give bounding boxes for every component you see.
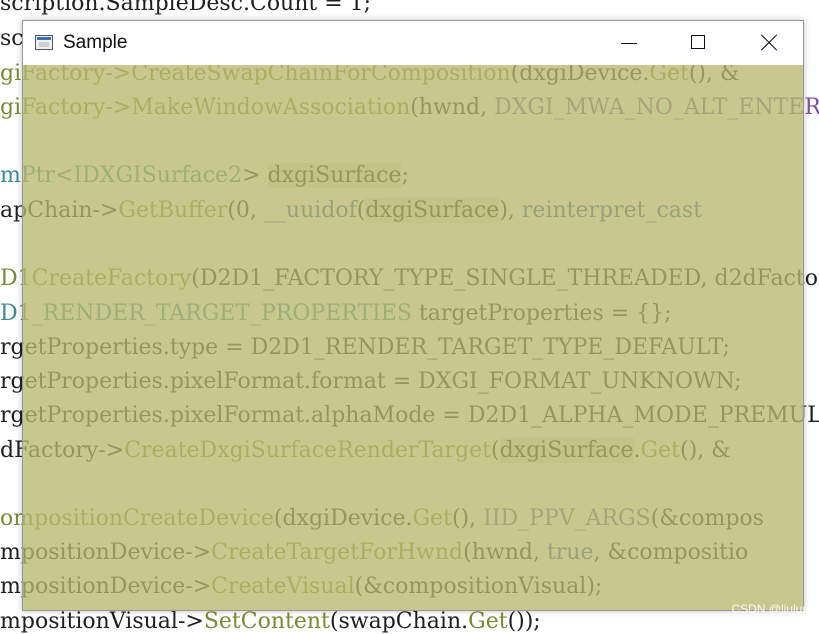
watermark: CSDN @liulun bbox=[731, 602, 809, 616]
code-token: (swapChain. bbox=[329, 609, 469, 634]
close-button[interactable] bbox=[732, 21, 802, 65]
window-client-area[interactable] bbox=[23, 65, 803, 610]
code-token: mpositionVisual-> bbox=[0, 609, 204, 634]
maximize-button[interactable] bbox=[664, 21, 734, 65]
code-line: mpositionVisual->SetContent(swapChain.Ge… bbox=[0, 610, 541, 634]
app-window-icon bbox=[35, 35, 53, 50]
title-bar[interactable]: Sample bbox=[23, 21, 803, 65]
code-token: Get bbox=[468, 609, 508, 634]
window-title: Sample bbox=[63, 32, 128, 53]
code-token: SetContent bbox=[203, 609, 330, 634]
minimize-button[interactable] bbox=[594, 21, 664, 65]
code-token: ()); bbox=[507, 609, 541, 634]
sample-window[interactable]: Sample bbox=[22, 20, 804, 611]
code-token: scription.SampleDesc.Count = 1; bbox=[0, 0, 372, 16]
code-line: scription.SampleDesc.Count = 1; bbox=[0, 0, 371, 16]
